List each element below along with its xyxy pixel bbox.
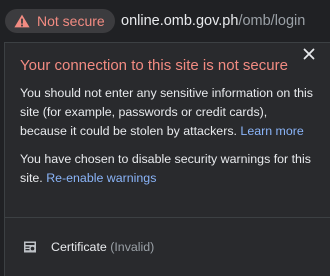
disabled-warnings-paragraph: You have chosen to disable security warn…	[20, 150, 316, 188]
url-host: online.omb.gov.ph	[121, 13, 239, 29]
certificate-row[interactable]: Certificate (Invalid)	[5, 231, 330, 265]
site-info-popup: Your connection to this site is not secu…	[4, 42, 330, 276]
security-chip-label: Not secure	[37, 13, 105, 29]
close-icon[interactable]	[301, 46, 317, 62]
divider	[5, 217, 330, 218]
certificate-status: (Invalid)	[110, 240, 155, 254]
certificate-icon	[23, 240, 37, 254]
warning-triangle-icon	[14, 14, 30, 28]
url-path: /omb/login	[238, 13, 306, 29]
certificate-label: Certificate (Invalid)	[51, 239, 154, 255]
popup-title: Your connection to this site is not secu…	[20, 57, 288, 74]
certificate-text: Certificate	[51, 240, 107, 254]
url-text[interactable]: online.omb.gov.ph/omb/login	[121, 12, 305, 30]
learn-more-link[interactable]: Learn more	[240, 124, 303, 138]
reenable-warnings-link[interactable]: Re-enable warnings	[46, 171, 156, 185]
warning-paragraph: You should not enter any sensitive infor…	[20, 84, 316, 141]
security-chip[interactable]: Not secure	[5, 9, 115, 33]
address-bar: Not secure online.omb.gov.ph/omb/login	[0, 0, 330, 42]
